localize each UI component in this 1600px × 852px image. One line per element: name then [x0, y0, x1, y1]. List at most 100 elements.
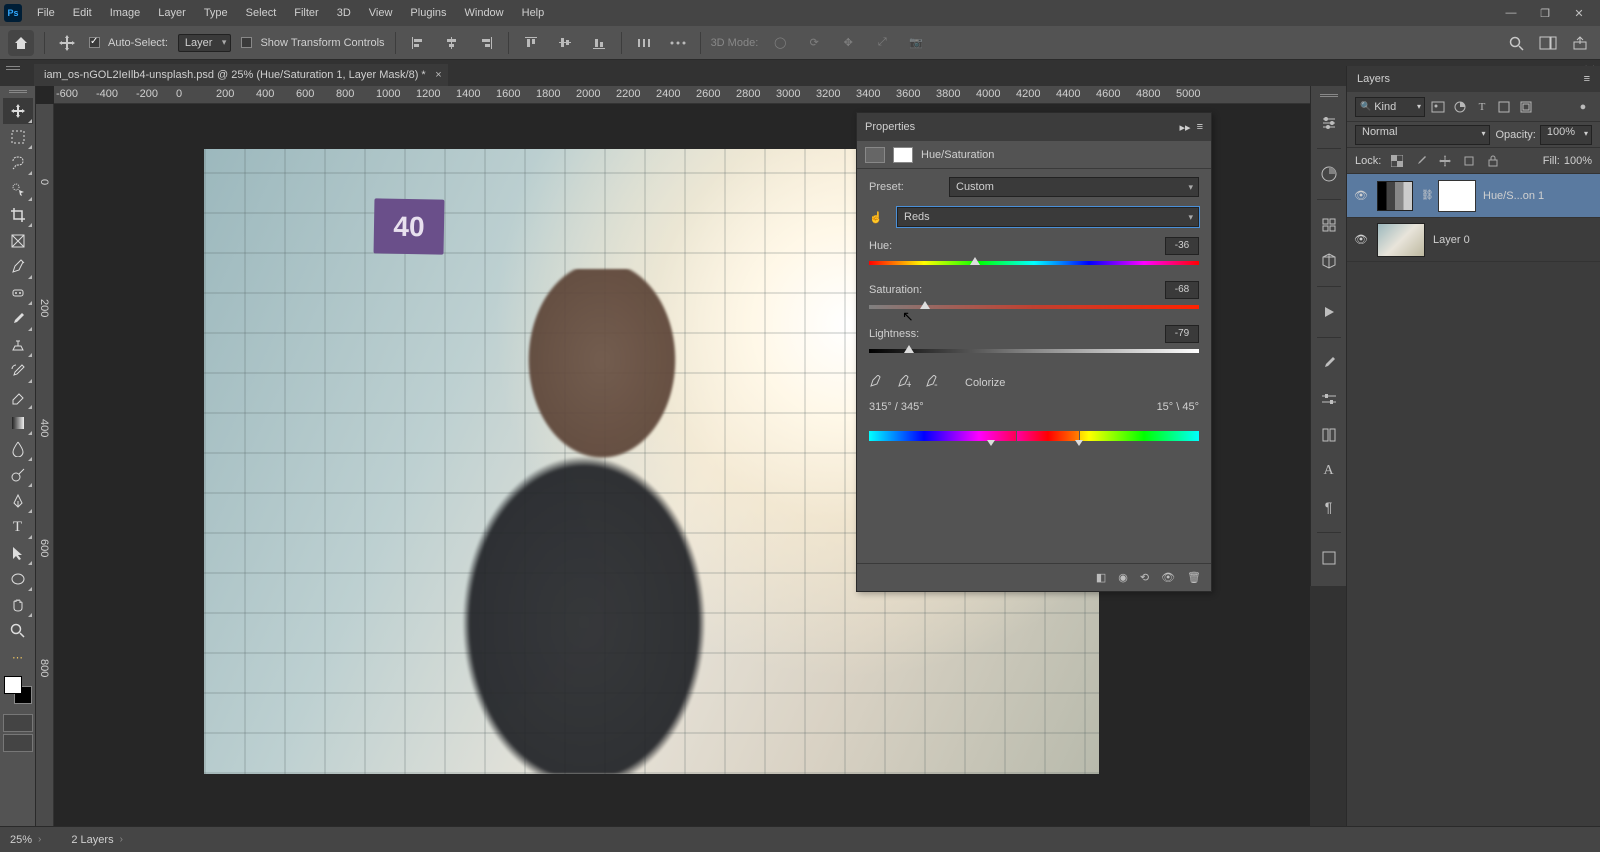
align-bottom-icon[interactable]	[587, 31, 611, 55]
ruler-horizontal[interactable]: -600-400-2000200400600800100012001400160…	[54, 86, 1310, 104]
pen-tool[interactable]	[3, 488, 33, 514]
filter-pixel-icon[interactable]	[1429, 98, 1447, 116]
color-swatches[interactable]	[4, 676, 32, 704]
adjustment-thumb[interactable]	[1377, 181, 1413, 211]
delete-adjustment-icon[interactable]: 🗑	[1187, 571, 1201, 584]
type-tool[interactable]: T	[3, 514, 33, 540]
marquee-tool[interactable]	[3, 124, 33, 150]
eraser-tool[interactable]	[3, 384, 33, 410]
menu-view[interactable]: View	[360, 0, 402, 26]
mask-icon[interactable]	[893, 147, 913, 163]
layers-menu-icon[interactable]: ≡	[1584, 73, 1590, 85]
search-icon[interactable]	[1504, 31, 1528, 55]
filter-adjustment-icon[interactable]	[1451, 98, 1469, 116]
image-thumb[interactable]	[1377, 223, 1425, 257]
targeted-adjust-icon[interactable]: ☝	[869, 211, 889, 224]
color-panel-icon[interactable]	[1318, 163, 1340, 185]
reset-icon[interactable]: ⟲	[1140, 571, 1149, 584]
hand-tool[interactable]	[3, 592, 33, 618]
menu-image[interactable]: Image	[101, 0, 150, 26]
properties-menu-icon[interactable]: ≡	[1197, 121, 1203, 134]
eyedropper-tool[interactable]	[3, 254, 33, 280]
blend-mode-dropdown[interactable]: Normal	[1355, 125, 1490, 145]
zoom-tool[interactable]	[3, 618, 33, 644]
lock-transparency-icon[interactable]	[1389, 153, 1405, 169]
character-panel-icon[interactable]: A	[1318, 460, 1340, 482]
shape-tool[interactable]	[3, 566, 33, 592]
visibility-toggle-icon[interactable]: 👁	[1353, 233, 1369, 246]
actions-panel-icon[interactable]	[1318, 301, 1340, 323]
align-hcenter-icon[interactable]	[440, 31, 464, 55]
frame-tool[interactable]	[3, 228, 33, 254]
lock-artboard-icon[interactable]	[1461, 153, 1477, 169]
quickmask-toggle[interactable]	[3, 714, 33, 732]
history-brush-tool[interactable]	[3, 358, 33, 384]
filter-kind-dropdown[interactable]: Kind	[1355, 97, 1425, 117]
healing-tool[interactable]	[3, 280, 33, 306]
toggle-visibility-icon[interactable]: 👁	[1161, 571, 1175, 584]
menu-type[interactable]: Type	[195, 0, 237, 26]
lock-pixels-icon[interactable]	[1413, 153, 1429, 169]
share-icon[interactable]	[1568, 31, 1592, 55]
filter-smart-icon[interactable]	[1517, 98, 1535, 116]
quick-select-tool[interactable]	[3, 176, 33, 202]
home-button[interactable]	[8, 30, 34, 56]
layer-row-hue-sat[interactable]: 👁 ⛓ Hue/S...on 1	[1347, 174, 1600, 218]
gradient-tool[interactable]	[3, 410, 33, 436]
menu-help[interactable]: Help	[513, 0, 554, 26]
view-previous-icon[interactable]: ◉	[1118, 571, 1128, 584]
filter-type-icon[interactable]: T	[1473, 98, 1491, 116]
tabbar-grip[interactable]	[6, 66, 20, 72]
layer-row-layer0[interactable]: 👁 Layer 0	[1347, 218, 1600, 262]
libraries-panel-icon[interactable]	[1318, 214, 1340, 236]
lightness-value[interactable]: -79	[1165, 325, 1199, 343]
menu-3d[interactable]: 3D	[328, 0, 360, 26]
dodge-tool[interactable]	[3, 462, 33, 488]
strip-grip[interactable]	[1320, 94, 1338, 98]
menu-filter[interactable]: Filter	[285, 0, 327, 26]
move-tool[interactable]	[3, 98, 33, 124]
eyedropper-set-icon[interactable]	[869, 375, 885, 391]
brush-tool[interactable]	[3, 306, 33, 332]
hue-value[interactable]: -36	[1165, 237, 1199, 255]
collapse-properties-icon[interactable]: ▸▸	[1180, 121, 1191, 134]
toolbox-grip[interactable]	[9, 90, 27, 94]
align-top-icon[interactable]	[519, 31, 543, 55]
blur-tool[interactable]	[3, 436, 33, 462]
link-mask-icon[interactable]: ⛓	[1421, 190, 1431, 201]
lasso-tool[interactable]	[3, 150, 33, 176]
fill-value[interactable]: 100%	[1564, 155, 1592, 167]
edit-toolbar[interactable]: ⋯	[3, 644, 33, 670]
clip-to-layer-icon[interactable]: ◧	[1096, 571, 1106, 584]
close-button[interactable]: ✕	[1562, 0, 1596, 26]
adjustments-panel-icon[interactable]	[1318, 112, 1340, 134]
info-chevron-icon[interactable]: ›	[120, 834, 123, 845]
lightness-slider[interactable]	[869, 345, 1199, 359]
menu-plugins[interactable]: Plugins	[401, 0, 455, 26]
more-options-icon[interactable]	[666, 31, 690, 55]
brushes-panel-icon[interactable]	[1318, 352, 1340, 374]
brush-settings-panel-icon[interactable]	[1318, 388, 1340, 410]
menu-select[interactable]: Select	[237, 0, 286, 26]
zoom-chevron-icon[interactable]: ›	[38, 834, 41, 845]
channel-dropdown[interactable]: Reds	[897, 207, 1199, 227]
maximize-button[interactable]: ❐	[1528, 0, 1562, 26]
align-left-icon[interactable]	[406, 31, 430, 55]
3d-panel-icon[interactable]	[1318, 250, 1340, 272]
align-right-icon[interactable]	[474, 31, 498, 55]
close-tab-icon[interactable]: ×	[435, 69, 441, 81]
foreground-color[interactable]	[4, 676, 22, 694]
ruler-vertical[interactable]: -2000200400600800	[36, 104, 54, 826]
align-vcenter-icon[interactable]	[553, 31, 577, 55]
eyedropper-sub-icon[interactable]: -	[925, 375, 941, 391]
preset-dropdown[interactable]: Custom	[949, 177, 1199, 197]
workspace-switcher-icon[interactable]	[1536, 31, 1560, 55]
path-select-tool[interactable]	[3, 540, 33, 566]
visibility-toggle-icon[interactable]: 👁	[1353, 189, 1369, 202]
zoom-level[interactable]: 25%	[10, 834, 32, 846]
distribute-icon[interactable]	[632, 31, 656, 55]
show-transform-checkbox[interactable]	[241, 37, 252, 48]
clone-stamp-tool[interactable]	[3, 332, 33, 358]
menu-edit[interactable]: Edit	[64, 0, 101, 26]
menu-layer[interactable]: Layer	[149, 0, 195, 26]
